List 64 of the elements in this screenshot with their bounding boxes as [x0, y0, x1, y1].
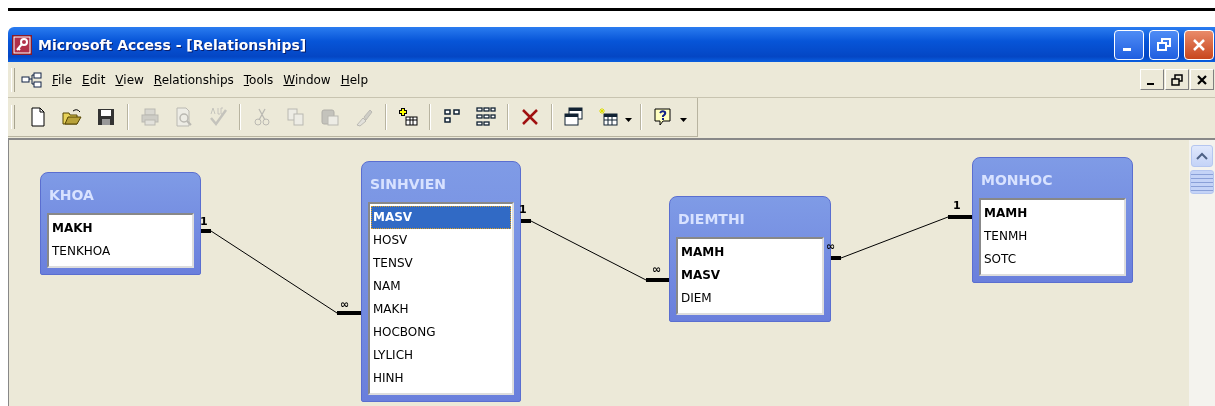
field-item[interactable]: MASV	[371, 206, 511, 229]
spelling-check-icon	[208, 107, 228, 127]
table-name: SINHVIEN	[369, 175, 448, 194]
printer-icon	[140, 107, 160, 127]
caret-icon[interactable]	[625, 118, 632, 122]
delete-icon	[520, 107, 540, 127]
menu-item[interactable]: Help	[335, 72, 374, 87]
folder-icon	[62, 107, 82, 127]
table-name: MONHOC	[980, 171, 1054, 190]
table-window[interactable]: SINHVIEN MASV HOSV TENSV NAM MAKH HOCBONG LYLICH HINH	[361, 161, 521, 402]
menu-item[interactable]: View	[110, 72, 149, 87]
new-document-icon	[28, 107, 48, 127]
cardinality-label: ∞	[652, 264, 662, 276]
close-icon	[1195, 72, 1209, 87]
cardinality-label: 1	[953, 200, 961, 212]
field-item[interactable]: DIEM	[679, 287, 821, 310]
field-item[interactable]: NAM	[371, 275, 511, 298]
caret-icon[interactable]	[680, 118, 687, 122]
table-window[interactable]: MONHOC MAMH TENMH SOTC	[972, 157, 1133, 283]
scrollbar[interactable]	[1189, 140, 1215, 406]
paintbrush-icon	[354, 107, 374, 127]
field-item[interactable]: MAKH	[371, 298, 511, 321]
relationships-icon	[21, 71, 43, 88]
field-item[interactable]: HOCBONG	[371, 321, 511, 344]
table-window[interactable]: KHOA MAKH TENKHOA	[40, 172, 201, 275]
menu-item[interactable]: Tools	[238, 72, 279, 87]
menu-item[interactable]: Window	[278, 72, 336, 87]
menu-item[interactable]: Relationships	[148, 72, 239, 87]
scroll-up-button[interactable]	[1191, 145, 1213, 167]
minimize-button[interactable]	[1140, 69, 1164, 90]
field-item[interactable]: TENMH	[982, 225, 1123, 248]
field-item[interactable]: MAMH	[982, 202, 1123, 225]
all-relationships-icon	[476, 107, 496, 127]
field-item[interactable]: TENKHOA	[50, 240, 191, 263]
help-icon	[653, 107, 673, 127]
scissors-icon	[252, 107, 272, 127]
scroll-thumb[interactable]	[1190, 170, 1214, 194]
table-name: DIEMTHI	[677, 210, 746, 229]
field-item[interactable]: MAMH	[679, 241, 821, 264]
field-item[interactable]: MAKH	[50, 217, 191, 240]
new-object-icon	[598, 107, 618, 127]
field-item[interactable]: HINH	[371, 367, 511, 390]
restore-icon	[1170, 72, 1184, 87]
restore-button[interactable]	[1165, 69, 1189, 90]
copy-icon	[286, 107, 306, 127]
field-item[interactable]: LYLICH	[371, 344, 511, 367]
close-button[interactable]	[1190, 69, 1214, 90]
field-item[interactable]: SOTC	[982, 248, 1123, 271]
table-name: KHOA	[48, 186, 95, 205]
cardinality-label: ∞	[340, 299, 350, 311]
print-preview-icon	[174, 107, 194, 127]
key-icon	[12, 34, 32, 55]
field-item[interactable]: MASV	[679, 264, 821, 287]
cardinality-label: 1	[200, 216, 208, 228]
menu-item[interactable]: Edit	[77, 72, 111, 87]
menu-item[interactable]: File	[47, 72, 78, 87]
window-title: Microsoft Access - [Relationships]	[38, 36, 307, 53]
minimize-icon	[1147, 82, 1154, 85]
add-table-icon	[398, 107, 418, 127]
windows-icon	[564, 107, 584, 127]
field-item[interactable]: HOSV	[371, 229, 511, 252]
field-item[interactable]: TENSV	[371, 252, 511, 275]
minimize-icon	[1123, 48, 1131, 51]
paste-icon	[320, 107, 340, 127]
